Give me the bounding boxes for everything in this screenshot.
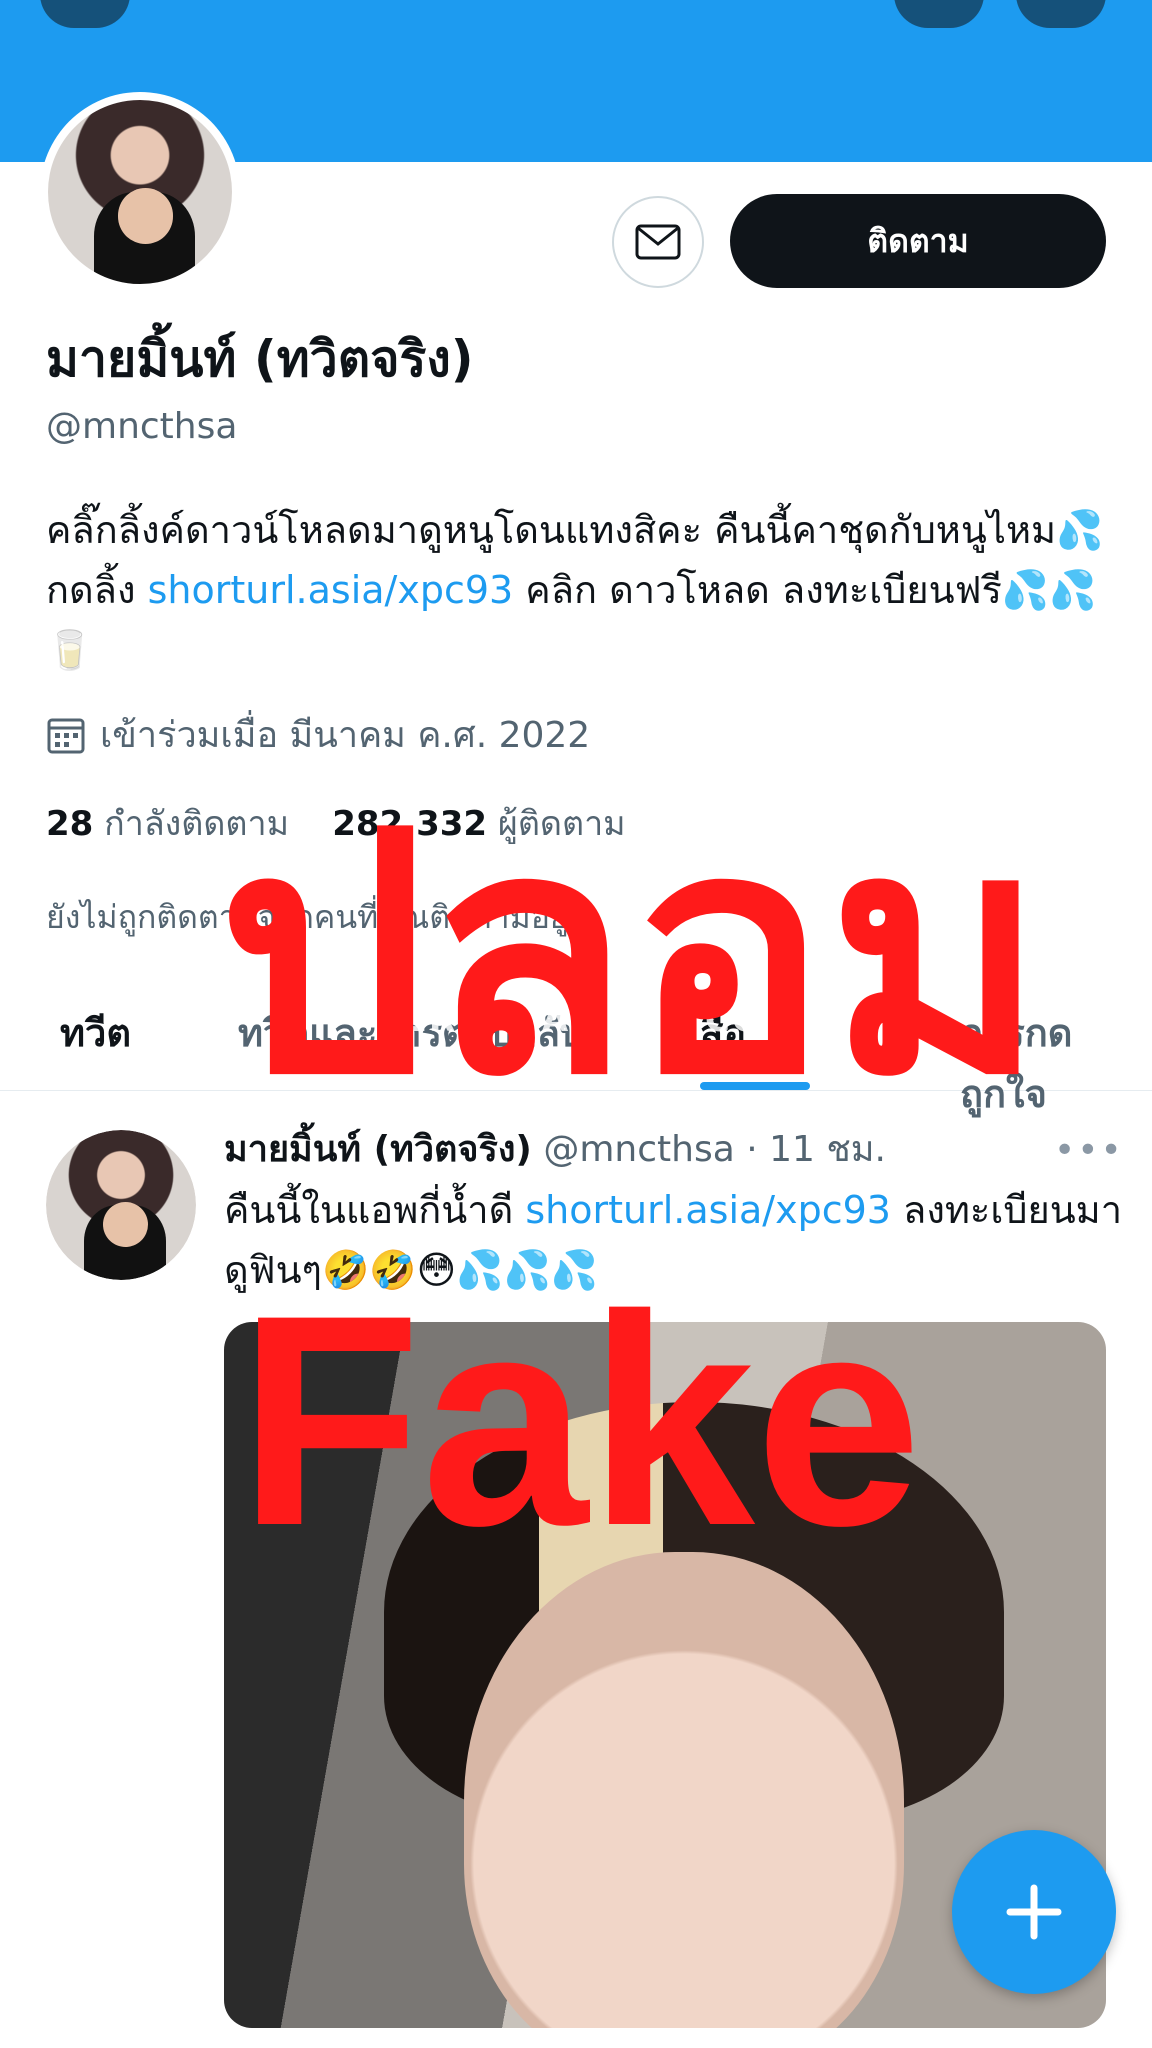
- tweet-link[interactable]: shorturl.asia/xpc93: [525, 1188, 891, 1232]
- compose-tweet-button[interactable]: [952, 1830, 1116, 1994]
- more-icon[interactable]: •••: [1054, 1130, 1124, 1171]
- message-button[interactable]: [612, 196, 704, 288]
- tweet-avatar[interactable]: [46, 1130, 196, 1280]
- profile-name: มายมิ้นท์ (ทวิตจริง): [46, 330, 474, 388]
- back-button[interactable]: [40, 0, 130, 28]
- more-options-button[interactable]: [1016, 0, 1106, 28]
- profile-avatar[interactable]: [40, 92, 240, 292]
- tweet-text-part: คืนนี้ในแอพกี่น้ำดี: [224, 1188, 526, 1232]
- profile-bio: คลิ๊กลิ้งค์ดาวน์โหลดมาดูหนูโดนแทงสิคะ คื…: [46, 500, 1106, 680]
- tab-tweets[interactable]: ทวีต: [60, 1002, 131, 1063]
- joined-date: เข้าร่วมเมื่อ มีนาคม ค.ศ. 2022: [46, 706, 590, 763]
- profile-handle: @mncthsa: [46, 406, 238, 447]
- joined-text: เข้าร่วมเมื่อ มีนาคม ค.ศ. 2022: [100, 715, 591, 756]
- bio-link[interactable]: shorturl.asia/xpc93: [148, 568, 514, 612]
- mail-icon: [635, 224, 681, 260]
- fake-label-thai: ปลอม: [218, 763, 1046, 1147]
- search-button[interactable]: [894, 0, 984, 28]
- plus-icon: [1006, 1884, 1062, 1940]
- calendar-icon: [47, 718, 85, 753]
- media-photo-face: [464, 1552, 904, 2028]
- fake-label-english: Fake: [238, 1252, 922, 1588]
- follow-button[interactable]: ติดตาม: [730, 194, 1106, 288]
- following-count: 28: [46, 804, 94, 844]
